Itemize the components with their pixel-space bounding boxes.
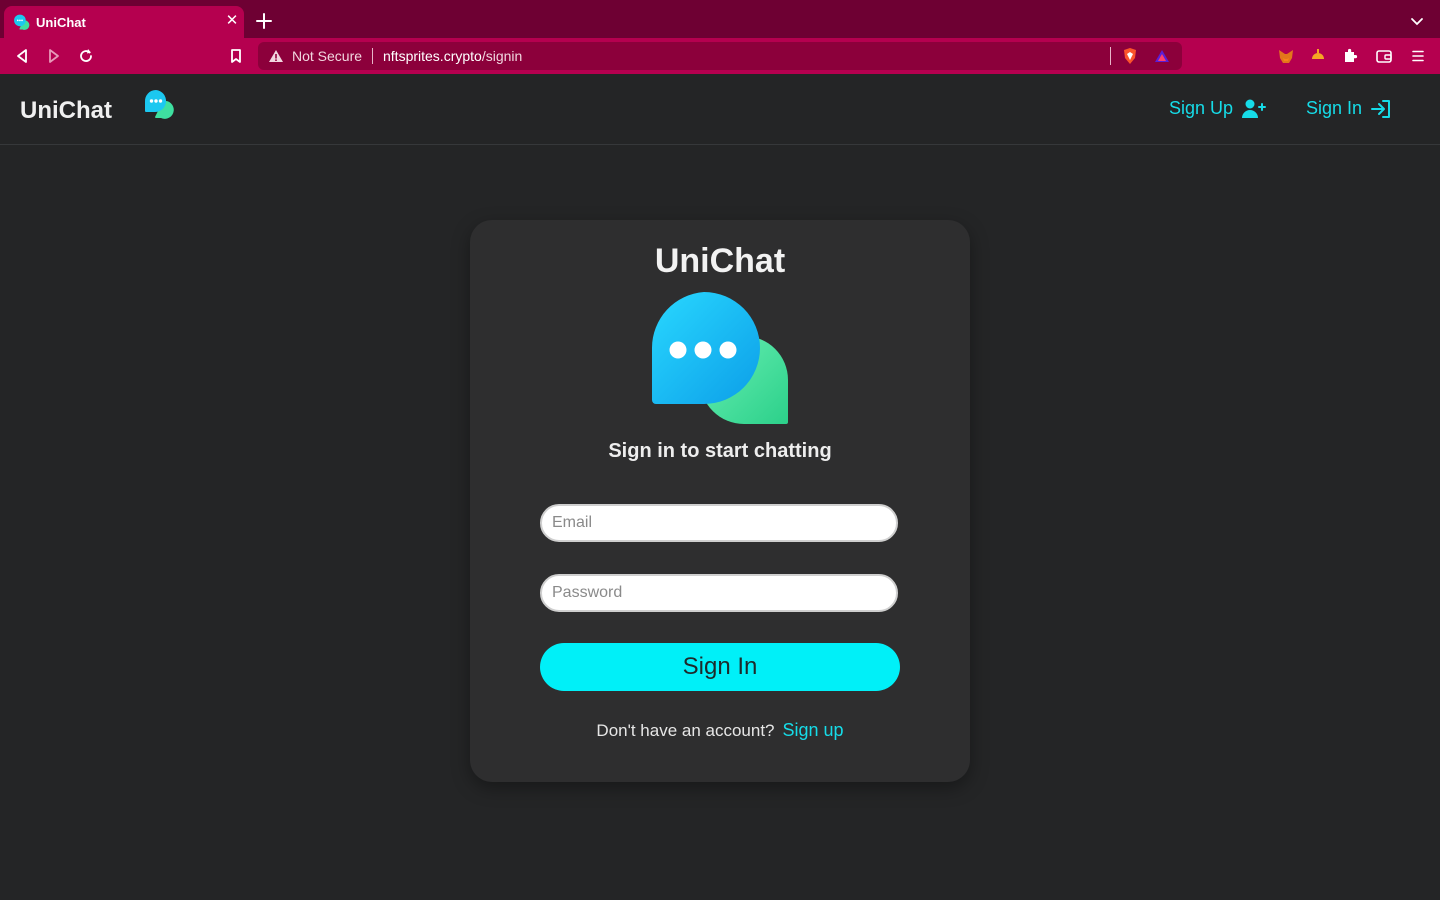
menu-icon[interactable] (1409, 47, 1427, 65)
signin-label: Sign In (1306, 98, 1363, 118)
signup-prompt: Don't have an account? Sign up (470, 720, 970, 741)
signin-card: UniChat Sign in to start chatting Sign I… (470, 220, 970, 782)
redirect-extension-icon[interactable] (1309, 47, 1327, 65)
header-signup-link[interactable]: Sign Up (1169, 98, 1267, 119)
reload-icon[interactable] (76, 46, 96, 66)
warning-icon (269, 50, 283, 62)
not-secure-label[interactable]: Not Secure (292, 48, 362, 64)
browser-toolbar: Not Secure nftsprites.crypto/signin redi… (0, 38, 1440, 109)
address-bar[interactable]: Not Secure nftsprites.crypto/signin (258, 42, 1182, 70)
user-plus-icon (1242, 99, 1267, 118)
app-header: UniChat Sign Up Sign In (0, 74, 1440, 145)
url-separator (372, 48, 373, 64)
brand-name[interactable]: UniChat (20, 97, 112, 125)
chat-bubbles-icon (14, 14, 30, 30)
wallet-icon[interactable] (1375, 47, 1393, 65)
chat-bubbles-icon (651, 292, 788, 424)
signin-button[interactable]: Sign In (540, 643, 900, 691)
signup-link[interactable]: Sign up (783, 720, 844, 740)
card-subtitle: Sign in to start chatting (608, 440, 832, 462)
url-path: /signin (481, 48, 523, 64)
bookmark-icon[interactable] (226, 46, 246, 66)
sign-in-arrow-icon (1371, 99, 1391, 118)
url-text[interactable]: nftsprites.crypto/signin (383, 48, 522, 64)
metamask-icon[interactable] (1277, 47, 1295, 65)
extensions-icon[interactable] (1341, 47, 1359, 65)
forward-icon[interactable] (44, 46, 64, 66)
url-divider (1110, 47, 1111, 65)
signup-label: Sign Up (1169, 98, 1234, 118)
url-host: nftsprites.crypto (383, 48, 482, 64)
back-icon[interactable] (12, 46, 32, 66)
rewards-icon[interactable] (1154, 48, 1170, 64)
header-signin-link[interactable]: Sign In (1306, 98, 1392, 119)
chat-bubbles-icon[interactable] (143, 89, 175, 119)
tab-title: UniChat (36, 15, 86, 30)
chevron-down-icon[interactable] (1408, 12, 1426, 30)
password-field[interactable] (540, 574, 898, 612)
tab-close-button[interactable]: ✕ (224, 12, 240, 30)
email-field[interactable] (540, 504, 898, 542)
signup-prompt-text: Don't have an account? (596, 721, 775, 740)
browser-tab-bar: UniChat ✕ (0, 0, 1440, 38)
browser-tab[interactable]: UniChat ✕ (4, 6, 244, 38)
new-tab-icon[interactable] (254, 11, 274, 31)
card-title: UniChat (654, 242, 786, 280)
brave-shield-icon[interactable] (1122, 47, 1138, 65)
